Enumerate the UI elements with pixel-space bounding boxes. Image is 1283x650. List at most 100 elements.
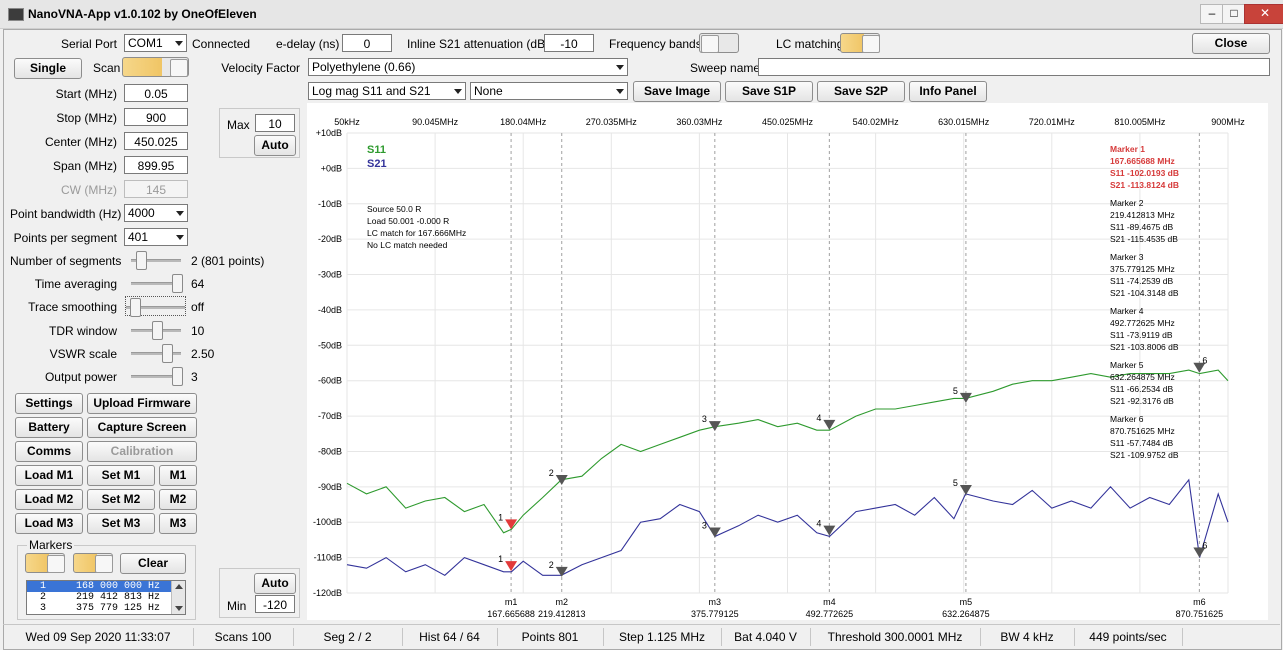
comms-button[interactable]: Comms (15, 441, 83, 462)
marker-number: 3 (702, 414, 707, 424)
load-m3-button[interactable]: Load M3 (15, 513, 83, 534)
log-mag-chart[interactable]: 50kHz 90.045MHz 180.04MHz 270.035MHz 360.03M… (307, 103, 1268, 620)
slider-thumb[interactable] (162, 344, 173, 363)
battery-button[interactable]: Battery (15, 417, 83, 438)
marker-triangle (708, 527, 721, 538)
markers-toggle-2[interactable] (73, 553, 113, 573)
upload-firmware-button[interactable]: Upload Firmware (87, 393, 197, 414)
stop-input[interactable]: 900 (124, 108, 188, 126)
marker-number: 2 (549, 560, 554, 570)
tdr-window-value: 10 (191, 324, 205, 338)
m2-button[interactable]: M2 (159, 489, 197, 510)
save-image-button[interactable]: Save Image (633, 81, 721, 102)
velocity-factor-select[interactable]: Polyethylene (0.66) (308, 58, 628, 76)
marker-info-text: 219.412813 MHz (1110, 210, 1175, 220)
scroll-down-icon[interactable] (175, 606, 183, 611)
toggle-knob (701, 35, 719, 53)
marker-label: m3 (709, 597, 722, 607)
marker-list-item[interactable]: 2 219 412 813 Hz (27, 592, 185, 603)
marker-label: m1 (505, 597, 518, 607)
load-m1-button[interactable]: Load M1 (15, 465, 83, 486)
save-s1p-button[interactable]: Save S1P (725, 81, 813, 102)
max-input[interactable]: 10 (255, 114, 295, 132)
slider-thumb[interactable] (136, 251, 147, 270)
time-averaging-slider[interactable] (131, 273, 183, 293)
start-input[interactable]: 0.05 (124, 84, 188, 102)
min-input[interactable]: -120 (255, 595, 295, 613)
maximize-button[interactable]: □ (1222, 4, 1246, 24)
capture-screen-button[interactable]: Capture Screen (87, 417, 197, 438)
set-m3-button[interactable]: Set M3 (87, 513, 155, 534)
chevron-down-icon (616, 65, 624, 70)
marker-list-item[interactable]: 3 375 779 125 Hz (27, 603, 185, 614)
trace-smoothing-slider[interactable] (125, 296, 186, 317)
window-close-button[interactable]: ✕ (1244, 4, 1283, 24)
marker-list-item[interactable]: 1 168 000 000 Hz (27, 581, 185, 592)
marker-freq-label: 167.665688 (487, 609, 535, 619)
stop-label: Stop (MHz) (56, 111, 117, 125)
scan-toggle[interactable] (122, 57, 189, 77)
marker-info-text: S11 -73.9119 dB (1110, 330, 1173, 340)
minimize-button[interactable]: – (1200, 4, 1224, 24)
auto-min-button[interactable]: Auto (254, 573, 296, 594)
sweep-name-input[interactable] (758, 58, 1270, 76)
tdr-window-slider[interactable] (131, 320, 181, 340)
marker-label: m2 (555, 597, 568, 607)
close-button[interactable]: Close (1192, 33, 1270, 54)
status-battery: Bat 4.040 V (721, 628, 811, 646)
segments-slider[interactable] (131, 250, 181, 270)
single-button[interactable]: Single (14, 58, 82, 79)
slider-thumb[interactable] (172, 367, 183, 386)
trace-smoothing-label: Trace smoothing (28, 300, 117, 314)
y-tick-label: -50dB (318, 340, 342, 350)
lc-matching-toggle[interactable] (840, 33, 880, 53)
output-power-slider[interactable] (131, 366, 183, 386)
point-bandwidth-select[interactable]: 4000 (124, 204, 188, 222)
clear-markers-button[interactable]: Clear (120, 553, 186, 574)
marker-info-text: S21 -113.8124 dB (1110, 180, 1179, 190)
x-tick-label: 90.045MHz (412, 117, 459, 127)
calibration-button[interactable]: Calibration (87, 441, 197, 462)
span-input[interactable]: 899.95 (124, 156, 188, 174)
markers-toggle-1[interactable] (25, 553, 65, 573)
point-bandwidth-value: 4000 (128, 206, 155, 220)
scroll-up-icon[interactable] (175, 584, 183, 589)
info-panel-button[interactable]: Info Panel (909, 81, 987, 102)
y-tick-label: -60dB (318, 376, 342, 386)
m3-button[interactable]: M3 (159, 513, 197, 534)
marker-list-scrollbar[interactable] (171, 581, 185, 614)
output-power-value: 3 (191, 370, 198, 384)
marker-list[interactable]: 1 168 000 000 Hz 2 219 412 813 Hz 3 375 … (26, 580, 186, 615)
x-tick-label: 270.035MHz (586, 117, 638, 127)
points-per-segment-select[interactable]: 401 (124, 228, 188, 246)
set-m2-button[interactable]: Set M2 (87, 489, 155, 510)
edelay-input[interactable]: 0 (342, 34, 392, 52)
trace-mode-2-select[interactable]: None (470, 82, 628, 100)
save-s2p-button[interactable]: Save S2P (817, 81, 905, 102)
chart-panel[interactable]: 50kHz 90.045MHz 180.04MHz 270.035MHz 360.03M… (307, 103, 1268, 620)
m1-button[interactable]: M1 (159, 465, 197, 486)
serial-port-select[interactable]: COM1 (124, 34, 187, 52)
trace-mode-select[interactable]: Log mag S11 and S21 (308, 82, 466, 100)
vswr-scale-slider[interactable] (131, 343, 181, 363)
auto-max-button[interactable]: Auto (254, 135, 296, 156)
frequency-bands-toggle[interactable] (699, 33, 739, 53)
marker-info-text: Marker 5 (1110, 360, 1144, 370)
window-title: NanoVNA-App v1.0.102 by OneOfEleven (28, 7, 257, 21)
slider-thumb[interactable] (130, 298, 141, 317)
slider-thumb[interactable] (172, 274, 183, 293)
marker-number: 2 (549, 468, 554, 478)
slider-track (131, 352, 181, 355)
marker-triangle (959, 485, 972, 496)
load-m2-button[interactable]: Load M2 (15, 489, 83, 510)
cw-input[interactable]: 145 (124, 180, 188, 198)
attenuation-input[interactable]: -10 (544, 34, 594, 52)
marker-number: 6 (1202, 541, 1207, 551)
settings-button[interactable]: Settings (15, 393, 83, 414)
center-input[interactable]: 450.025 (124, 132, 188, 150)
marker-info-text: S21 -109.9752 dB (1110, 450, 1179, 460)
slider-thumb[interactable] (152, 321, 163, 340)
y-tick-label: -110dB (314, 553, 342, 563)
set-m1-button[interactable]: Set M1 (87, 465, 155, 486)
status-datetime: Wed 09 Sep 2020 11:33:07 (3, 628, 194, 646)
